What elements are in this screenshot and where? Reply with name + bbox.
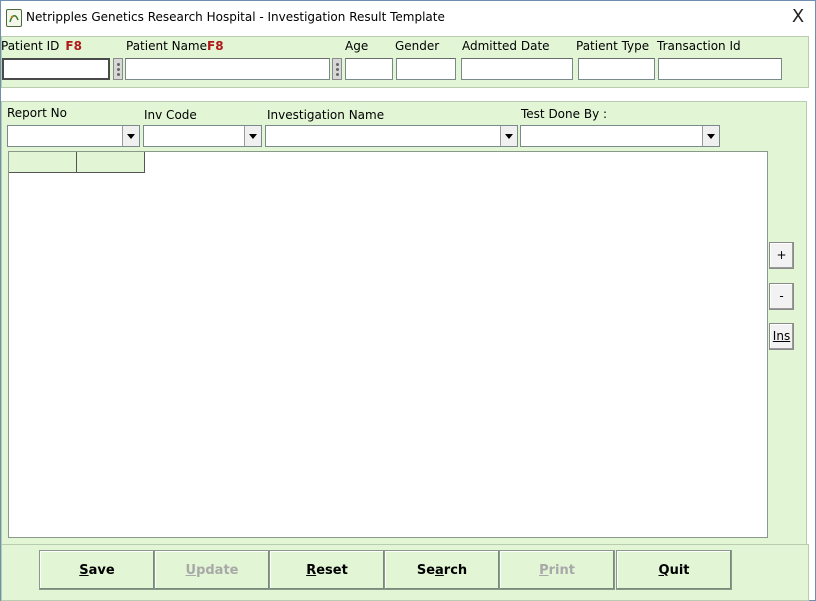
update-label: pdate <box>196 563 239 578</box>
title-bar: Netripples Genetics Research Hospital - … <box>1 1 815 36</box>
test-done-by-select[interactable] <box>520 125 720 147</box>
search-mnemonic: a <box>435 563 444 578</box>
print-label: rint <box>548 563 575 578</box>
report-no-select[interactable] <box>7 125 140 147</box>
chevron-down-icon[interactable] <box>122 126 139 146</box>
investigation-name-label: Investigation Name <box>267 108 385 122</box>
save-label: ave <box>88 563 115 578</box>
patient-id-lookup-button[interactable] <box>113 58 123 80</box>
insert-row-button[interactable]: Ins <box>769 323 794 350</box>
remove-row-button[interactable]: - <box>769 283 794 310</box>
print-mnemonic: P <box>539 563 549 578</box>
window: Netripples Genetics Research Hospital - … <box>0 0 816 601</box>
save-mnemonic: S <box>79 563 89 578</box>
print-button[interactable]: Print <box>499 550 615 590</box>
age-label: Age <box>345 39 369 53</box>
close-icon[interactable]: X <box>789 7 807 27</box>
reset-label: eset <box>316 563 348 578</box>
search-button[interactable]: Search <box>384 550 500 590</box>
patient-type-label: Patient Type <box>576 39 650 53</box>
patient-name-label-text: Patient Name <box>126 39 207 53</box>
test-done-by-label: Test Done By : <box>521 107 608 121</box>
grid-column-header[interactable] <box>9 152 77 173</box>
chevron-down-icon[interactable] <box>702 126 719 146</box>
quit-label: uit <box>669 563 690 578</box>
admitted-date-field[interactable] <box>461 58 573 80</box>
inv-code-label: Inv Code <box>144 108 197 122</box>
results-grid[interactable] <box>8 151 768 538</box>
patient-id-label-text: Patient ID <box>1 39 60 53</box>
quit-mnemonic: Q <box>658 563 670 578</box>
report-no-label: Report No <box>7 106 67 120</box>
chevron-down-icon[interactable] <box>244 126 261 146</box>
add-row-button[interactable]: + <box>769 242 794 269</box>
gender-field[interactable] <box>396 58 456 80</box>
patient-id-hotkey: F8 <box>65 39 82 53</box>
save-button[interactable]: Save <box>39 550 155 590</box>
quit-button[interactable]: Quit <box>616 550 732 590</box>
app-icon <box>6 9 22 27</box>
reset-mnemonic: R <box>306 563 317 578</box>
patient-type-field[interactable] <box>578 58 655 80</box>
patient-name-lookup-button[interactable] <box>332 58 342 80</box>
window-title: Netripples Genetics Research Hospital - … <box>26 10 445 24</box>
patient-name-input[interactable] <box>125 58 330 80</box>
search-prefix: Se <box>416 563 436 578</box>
patient-id-input[interactable] <box>2 58 110 80</box>
age-field[interactable] <box>345 58 393 80</box>
reset-button[interactable]: Reset <box>269 550 385 590</box>
gender-label: Gender <box>395 39 440 53</box>
investigation-name-select[interactable] <box>265 125 518 147</box>
patient-name-label: Patient NameF8 <box>126 39 224 53</box>
transaction-id-label: Transaction Id <box>657 39 741 53</box>
grid-column-header[interactable] <box>77 152 145 173</box>
patient-name-hotkey: F8 <box>207 39 224 53</box>
patient-id-label: Patient ID F8 <box>1 39 82 53</box>
inv-code-select[interactable] <box>143 125 262 147</box>
search-label: rch <box>443 563 468 578</box>
transaction-id-field[interactable] <box>658 58 782 80</box>
admitted-date-label: Admitted Date <box>462 39 550 53</box>
chevron-down-icon[interactable] <box>500 126 517 146</box>
update-mnemonic: U <box>185 563 197 578</box>
update-button[interactable]: Update <box>154 550 270 590</box>
